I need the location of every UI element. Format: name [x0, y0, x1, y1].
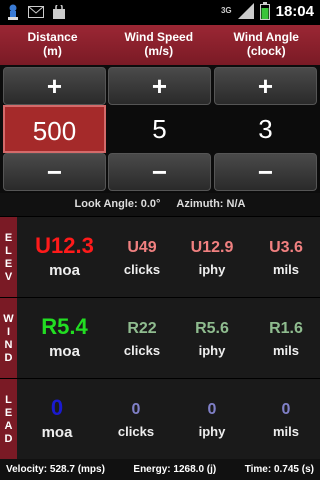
- elevation-clicks: U49 clicks: [123, 239, 161, 277]
- battery-icon: [259, 2, 270, 20]
- elevation-row: E L E V U12.3 moa U49 clicks U12.9 iphy …: [0, 216, 320, 298]
- distance-increment-button[interactable]: +: [3, 67, 106, 105]
- wind-mils: R1.6 mils: [269, 320, 303, 358]
- energy: Energy: 1268.0 (j): [133, 464, 217, 475]
- distance-value[interactable]: 500: [3, 105, 106, 153]
- shopping-bag-icon: [53, 5, 65, 19]
- lead-clicks: 0 clicks: [117, 401, 155, 439]
- angle-info: Look Angle: 0.0° Azimuth: N/A: [0, 193, 320, 216]
- lead-row: L E A D 0 moa 0 clicks 0 iphy 0 mils: [0, 378, 320, 460]
- ballistics-footer: Velocity: 528.7 (mps) Energy: 1268.0 (j)…: [0, 459, 320, 480]
- elevation-row-label: E L E V: [0, 217, 17, 298]
- lead-moa: 0 moa: [41, 395, 73, 441]
- wind-speed-decrement-button[interactable]: −: [108, 153, 211, 191]
- azimuth: Azimuth: N/A: [176, 198, 246, 210]
- wind-angle-header: Wind Angle (clock): [233, 30, 299, 58]
- wind-speed-increment-button[interactable]: +: [108, 67, 211, 105]
- wind-row-label: W I N D: [0, 298, 17, 379]
- wind-angle-stepper: + 3 −: [214, 67, 317, 193]
- flight-time: Time: 0.745 (s): [244, 464, 314, 475]
- wind-speed-value[interactable]: 5: [108, 105, 211, 153]
- wind-angle-value[interactable]: 3: [214, 105, 317, 153]
- status-bar: 3G 18:04: [0, 0, 320, 25]
- signal-icon: [237, 3, 254, 19]
- lead-iphy: 0 iphy: [198, 401, 226, 439]
- wind-angle-decrement-button[interactable]: −: [214, 153, 317, 191]
- wind-iphy: R5.6 iphy: [195, 320, 229, 358]
- velocity: Velocity: 528.7 (mps): [6, 464, 105, 475]
- stepper-panel: + 500 − + 5 − + 3 −: [0, 65, 320, 193]
- wind-speed-stepper: + 5 −: [108, 67, 211, 193]
- wind-speed-header: Wind Speed (m/s): [124, 30, 194, 58]
- wind-row: W I N D R5.4 moa R22 clicks R5.6 iphy R1…: [0, 297, 320, 379]
- look-angle: Look Angle: 0.0°: [74, 198, 161, 210]
- network-type: 3G: [220, 6, 232, 15]
- input-header: Distance (m) Wind Speed (m/s) Wind Angle…: [0, 25, 320, 65]
- distance-stepper: + 500 −: [3, 67, 106, 193]
- wind-angle-increment-button[interactable]: +: [214, 67, 317, 105]
- lead-row-label: L E A D: [0, 379, 17, 460]
- elevation-iphy: U12.9 iphy: [190, 239, 234, 277]
- elevation-mils: U3.6 mils: [269, 239, 303, 277]
- elevation-moa: U12.3 moa: [35, 233, 94, 279]
- wind-moa: R5.4 moa: [41, 314, 88, 360]
- distance-header: Distance (m): [27, 30, 78, 58]
- app-icon: [8, 4, 18, 20]
- mail-icon: [28, 6, 44, 18]
- lead-mils: 0 mils: [272, 401, 299, 439]
- wind-clicks: R22 clicks: [123, 320, 161, 358]
- distance-decrement-button[interactable]: −: [3, 153, 106, 191]
- clock: 18:04: [275, 2, 314, 20]
